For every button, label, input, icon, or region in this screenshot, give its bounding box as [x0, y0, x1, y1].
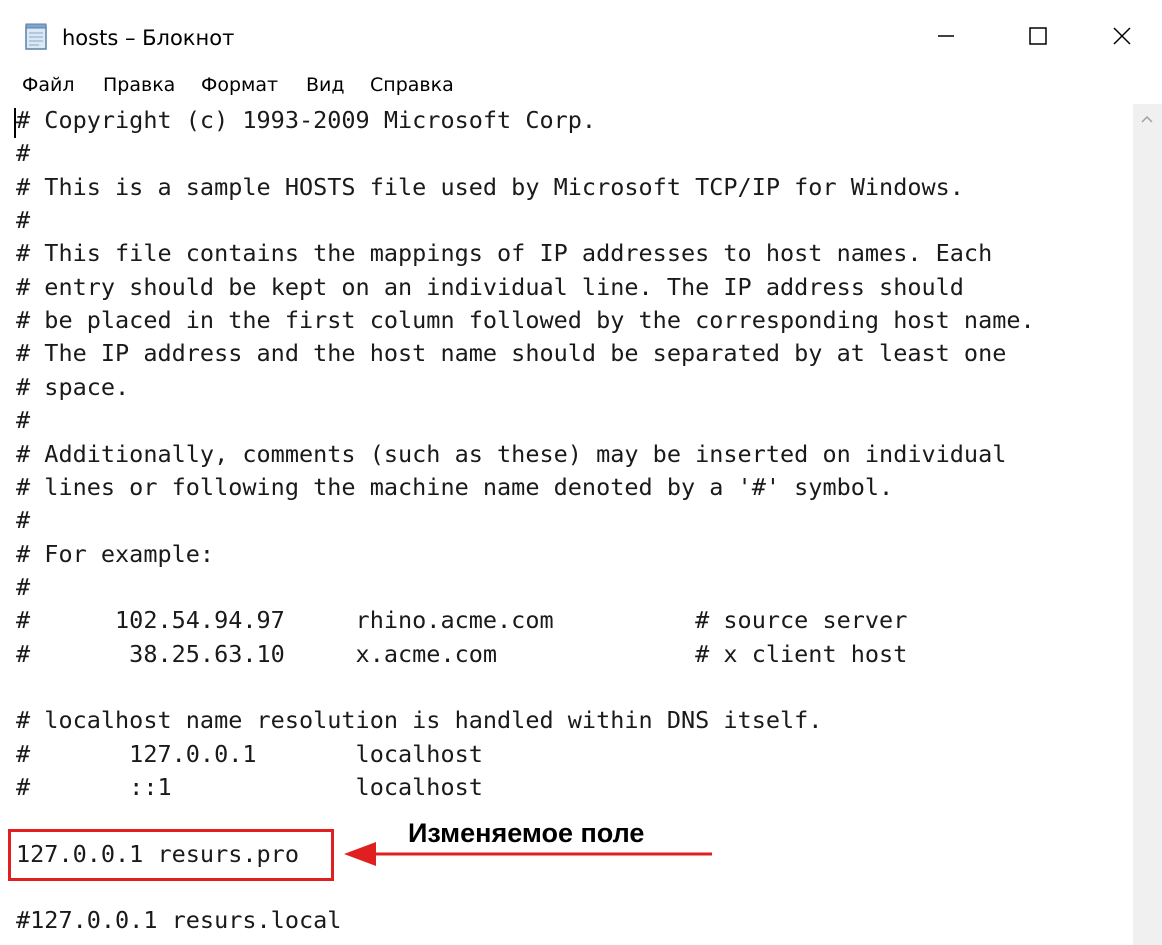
text-line: # This file contains the mappings of IP … — [16, 239, 993, 268]
scroll-up-arrow-icon[interactable] — [1138, 110, 1156, 128]
text-line: # This is a sample HOSTS file used by Mi… — [16, 172, 964, 201]
minimize-button[interactable] — [916, 14, 976, 58]
highlight-box — [8, 829, 334, 881]
text-line: # be placed in the first column followed… — [16, 306, 1035, 335]
minimize-icon — [938, 35, 954, 37]
title-bar[interactable]: hosts – Блокнот — [0, 0, 1162, 68]
annotation-label: Изменяемое поле — [408, 818, 645, 848]
menu-help[interactable]: Справка — [370, 74, 454, 96]
menu-edit[interactable]: Правка — [103, 74, 175, 96]
text-line: # 38.25.63.10 x.acme.com # x client host — [16, 639, 908, 668]
text-line: # 102.54.94.97 rhino.acme.com # source s… — [16, 606, 908, 635]
text-line: #127.0.0.1 resurs.local — [16, 906, 342, 935]
close-icon — [1113, 27, 1131, 45]
window-title: hosts – Блокнот — [62, 26, 235, 50]
text-line: # Additionally, comments (such as these)… — [16, 439, 1007, 468]
close-button[interactable] — [1092, 14, 1152, 58]
notepad-icon — [25, 23, 47, 50]
text-line: # 127.0.0.1 localhost — [16, 739, 483, 768]
menu-view[interactable]: Вид — [306, 74, 345, 96]
notepad-window: hosts – Блокнот Файл Правка Формат Вид С… — [0, 0, 1162, 945]
text-line: # The IP address and the host name shoul… — [16, 339, 1007, 368]
vertical-scrollbar[interactable] — [1133, 104, 1162, 945]
text-line: # localhost name resolution is handled w… — [16, 706, 823, 735]
text-line: # space. — [16, 372, 130, 401]
text-line: # — [16, 406, 31, 435]
text-line: # For example: — [16, 539, 215, 568]
text-line: # — [16, 139, 31, 168]
maximize-button[interactable] — [1008, 14, 1068, 58]
menu-format[interactable]: Формат — [201, 74, 278, 96]
text-line: # — [16, 206, 31, 235]
text-line: # — [16, 572, 31, 601]
menu-file[interactable]: Файл — [22, 74, 75, 96]
text-line: # ::1 localhost — [16, 773, 483, 801]
text-cursor — [14, 108, 16, 138]
text-line: # Copyright (c) 1993-2009 Microsoft Corp… — [16, 106, 597, 134]
text-line: # entry should be kept on an individual … — [16, 272, 964, 301]
menu-bar: Файл Правка Формат Вид Справка — [0, 68, 1162, 104]
text-line: # — [16, 506, 31, 535]
text-line: # lines or following the machine name de… — [16, 472, 894, 501]
maximize-icon — [1029, 27, 1047, 45]
